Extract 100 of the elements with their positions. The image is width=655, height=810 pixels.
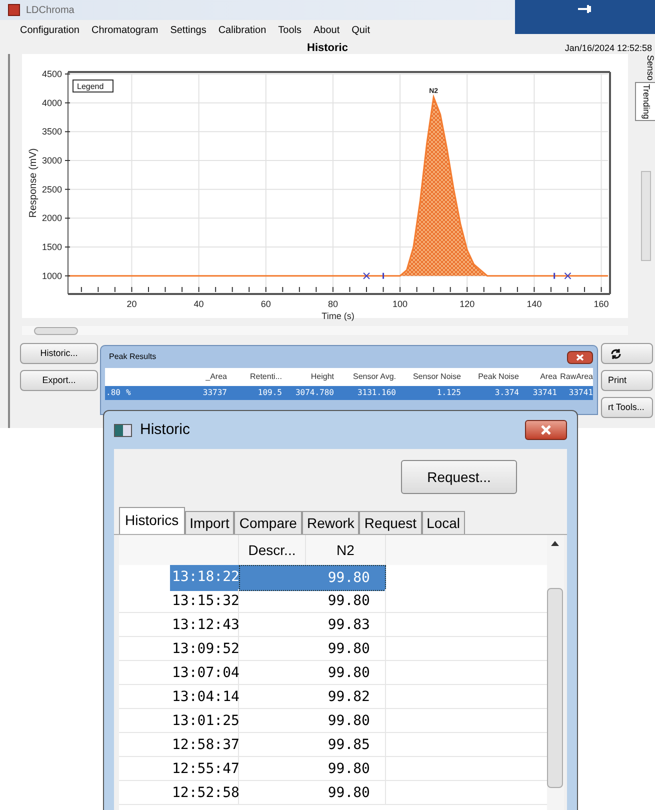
history-row[interactable]: 13:01:25 99.80 — [119, 709, 547, 733]
value-cell: 99.80 — [306, 589, 386, 613]
table-cell-text: 3.374 — [494, 387, 520, 399]
dialog-tab[interactable]: Compare — [234, 511, 302, 534]
time-cell: 13:01:25 — [170, 709, 239, 733]
pin-icon — [578, 4, 592, 14]
close-icon — [540, 425, 552, 435]
result-row[interactable]: .80 % 33737 109.5 3074.780 3131.160 1.125 3.374 33741 33741 — [105, 386, 593, 400]
column-header: Height — [310, 371, 335, 383]
action-button[interactable]: Historic... — [20, 343, 98, 364]
action-button[interactable]: rt Tools... — [601, 397, 653, 418]
menu-item[interactable]: Calibration — [218, 22, 266, 38]
y-tick-label: 1000 — [42, 270, 62, 281]
column-header: RawArea — [560, 371, 594, 383]
table-cell-text: .80 — [105, 387, 122, 399]
history-row[interactable]: 12:58:37 99.85 — [119, 733, 547, 757]
table-cell-text: 109.5 — [256, 387, 283, 399]
menu-item[interactable]: Quit — [352, 22, 370, 38]
view-title: Historic — [307, 41, 348, 54]
dialog-tab[interactable]: Import — [184, 511, 234, 534]
dialog-title: Historic — [140, 420, 190, 440]
time-cell: 13:04:14 — [170, 685, 239, 709]
value-cell: 99.82 — [306, 685, 386, 709]
table-cell-text: 33741 — [568, 387, 594, 399]
side-tab[interactable]: Senso — [640, 54, 655, 82]
x-axis-label: Time (s) — [322, 311, 354, 321]
time-cell: 13:15:32 — [170, 589, 239, 613]
history-row[interactable]: 13:09:52 99.80 — [119, 637, 547, 661]
side-tab[interactable]: Trending — [634, 82, 655, 121]
value-cell: 99.80 — [306, 781, 386, 805]
table-cell-text: 3074.780 — [294, 387, 335, 399]
table-cell-text: 33741 — [532, 387, 558, 399]
vertical-scrollbar[interactable] — [640, 170, 650, 261]
y-tick-label: 3000 — [42, 156, 62, 166]
x-tick-label: 100 — [392, 299, 408, 309]
value-cell: 99.80 — [306, 709, 386, 733]
request-button[interactable]: Request... — [401, 460, 517, 494]
close-button[interactable] — [567, 350, 593, 364]
y-tick-label: 1500 — [42, 242, 62, 252]
value-cell: 99.80 — [306, 637, 386, 661]
time-cell: 12:55:47 — [170, 757, 239, 781]
history-row[interactable]: 12:52:58 99.80 — [119, 781, 547, 805]
time-cell: 13:12:43 — [170, 613, 239, 637]
menu-item[interactable]: Settings — [170, 22, 206, 38]
vertical-scrollbar[interactable] — [546, 535, 564, 810]
history-row[interactable]: 13:07:04 99.80 — [119, 661, 547, 685]
column-header: Retenti... — [248, 371, 283, 383]
x-tick-label: 20 — [126, 299, 137, 309]
peak-results-title: Peak Results — [109, 351, 156, 363]
column-header: Area — [539, 371, 558, 383]
x-tick-label: 60 — [260, 299, 271, 309]
close-icon — [576, 354, 584, 360]
x-tick-label: 80 — [328, 299, 338, 309]
datetime-label: Jan/16/2024 12:52:58 — [564, 42, 652, 55]
y-tick-label: 2500 — [42, 184, 62, 194]
legend-box: Legend — [72, 80, 114, 92]
time-cell: 12:58:37 — [170, 733, 239, 757]
menu-item[interactable]: Chromatogram — [91, 22, 158, 38]
y-tick-label: 4500 — [42, 69, 62, 79]
scroll-up-icon — [551, 541, 560, 546]
close-button[interactable] — [525, 420, 567, 440]
dialog-tab[interactable]: Local — [422, 511, 466, 534]
y-tick-label: 2000 — [42, 213, 62, 224]
dialog-tab[interactable]: Rework — [302, 511, 360, 534]
table-cell-text: 33737 — [202, 387, 228, 399]
refresh-button[interactable] — [601, 343, 653, 364]
menu-item[interactable]: About — [314, 22, 340, 38]
dialog-tab[interactable]: Historics — [119, 507, 185, 534]
x-tick-label: 140 — [526, 299, 542, 309]
value-cell: 99.80 — [306, 757, 386, 781]
x-tick-label: 160 — [594, 299, 609, 309]
action-button[interactable]: Print — [601, 370, 653, 391]
menu-item[interactable]: Tools — [278, 22, 302, 38]
y-tick-label: 3500 — [42, 126, 62, 137]
time-cell: 12:52:58 — [170, 781, 239, 805]
y-axis-label: Response (mV) — [28, 148, 39, 218]
table-cell-text: % — [125, 387, 132, 399]
window-title: LDChroma — [26, 4, 74, 18]
table-cell-text: 1.125 — [436, 387, 462, 399]
menu-item[interactable]: Configuration — [20, 22, 80, 38]
dialog-tab[interactable]: Request — [359, 511, 422, 534]
history-row[interactable]: 13:18:22 99.80 — [119, 565, 547, 589]
x-tick-label: 120 — [460, 299, 475, 309]
action-button[interactable]: Export... — [20, 370, 98, 391]
value-cell: 99.83 — [306, 613, 386, 637]
horizontal-scrollbar[interactable] — [22, 326, 628, 335]
scroll-thumb[interactable] — [34, 326, 78, 334]
table-cell-text: 3131.160 — [356, 387, 397, 399]
history-row[interactable]: 13:04:14 99.82 — [119, 685, 547, 709]
value-cell: 99.85 — [306, 733, 386, 757]
scroll-thumb[interactable] — [547, 588, 564, 788]
x-tick-label: 40 — [194, 299, 204, 309]
time-cell: 13:09:52 — [170, 637, 239, 661]
history-row[interactable]: 13:12:43 99.83 — [119, 613, 547, 637]
app-icon — [8, 4, 20, 16]
value-cell: 99.80 — [239, 565, 386, 591]
column-header: Sensor Avg. — [352, 371, 397, 383]
column-header: _Area — [204, 371, 228, 383]
history-row[interactable]: 13:15:32 99.80 — [119, 589, 547, 613]
history-row[interactable]: 12:55:47 99.80 — [119, 757, 547, 781]
